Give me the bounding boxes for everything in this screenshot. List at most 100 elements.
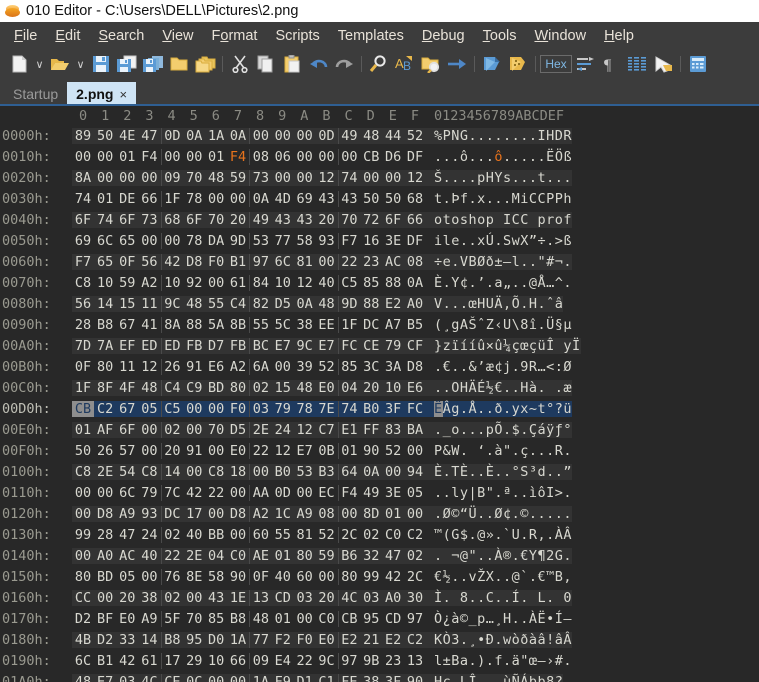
hex-byte[interactable]: 6F <box>382 212 404 228</box>
hex-byte[interactable]: 42 <box>382 569 404 585</box>
hex-byte[interactable]: 61 <box>138 653 160 669</box>
hex-byte[interactable]: 4E <box>116 128 138 144</box>
hex-byte[interactable]: 93 <box>316 233 338 249</box>
hex-byte[interactable]: 7E <box>316 401 338 417</box>
hex-row-bytes[interactable]: CB C2 67 05 C5 00 00 F0 03 79 78 7E 74 B0 3F FC <box>72 400 426 417</box>
hex-byte[interactable]: DC <box>162 506 184 522</box>
hex-row[interactable]: 0120h: 00 D8 A9 93 DC 17 00 D8 A2 1C A9 08 00 8D 01 00 .Ø… <box>0 503 759 524</box>
hex-byte[interactable]: 00 <box>294 149 316 165</box>
hex-byte[interactable]: 76 <box>162 569 184 585</box>
hex-byte[interactable]: 6C <box>94 233 116 249</box>
hex-byte[interactable]: C7 <box>316 422 338 438</box>
menu-item-view[interactable]: View <box>153 26 202 46</box>
hex-row-bytes[interactable]: 56 14 15 11 9C 48 55 C4 82 D5 0A 48 9D 88 E2 A0 <box>72 295 426 312</box>
hex-byte[interactable]: 02 <box>404 548 426 564</box>
hex-byte[interactable]: C5 <box>162 401 184 417</box>
hex-byte[interactable]: 3C <box>360 359 382 375</box>
open-all-folders-icon[interactable] <box>192 52 218 76</box>
hex-byte[interactable]: 41 <box>138 317 160 333</box>
hex-byte[interactable]: 15 <box>272 380 294 396</box>
hex-byte[interactable]: 70 <box>205 422 227 438</box>
hex-byte[interactable]: 7A <box>94 338 116 354</box>
hex-row[interactable]: 00C0h: 1F 8F 4F 48 C4 C9 BD 80 02 15 48 E0 04 20 10 E6..… <box>0 377 759 398</box>
hex-byte[interactable]: 48 <box>183 296 205 312</box>
hex-row[interactable]: 0050h: 69 6C 65 00 00 78 DA 9D 53 77 58 93 F7 16 3E DF il… <box>0 230 759 251</box>
hex-byte[interactable]: 23 <box>360 254 382 270</box>
hex-row-ascii[interactable]: . ¬@"..À®.€Y¶2G. <box>426 547 573 564</box>
hex-byte[interactable]: 00 <box>404 506 426 522</box>
hex-byte[interactable]: 47 <box>116 527 138 543</box>
hex-row-ascii[interactable]: Ò¿à©_p…¸H..ÀË•Í— <box>426 610 573 627</box>
hex-byte[interactable]: E4 <box>272 653 294 669</box>
hex-byte[interactable]: 60 <box>250 527 272 543</box>
open-file-dropdown-icon[interactable]: ∨ <box>73 52 88 76</box>
hex-byte[interactable]: 66 <box>404 212 426 228</box>
hex-row-ascii[interactable]: ..OHÄÉ½€..Hà. .æ <box>426 379 573 396</box>
hex-byte[interactable]: B5 <box>404 317 426 333</box>
hex-byte[interactable]: 97 <box>339 653 361 669</box>
hex-byte[interactable]: 20 <box>316 590 338 606</box>
hex-row-bytes[interactable]: 00 00 6C 79 7C 42 22 00 AA 0D 00 EC F4 49 3E 05 <box>72 484 426 501</box>
hex-byte[interactable]: D8 <box>404 359 426 375</box>
hex-byte[interactable]: FC <box>339 338 361 354</box>
hex-byte[interactable]: 5A <box>205 317 227 333</box>
tab-startup[interactable]: Startup <box>4 82 67 106</box>
hex-byte[interactable]: A9 <box>116 506 138 522</box>
hex-byte[interactable]: E0 <box>227 443 249 459</box>
hex-byte[interactable]: F9 <box>272 674 294 682</box>
hex-byte[interactable]: 79 <box>382 338 404 354</box>
hex-byte[interactable]: 8D <box>360 506 382 522</box>
hex-byte[interactable]: 12 <box>316 170 338 186</box>
hex-byte[interactable]: 0B <box>316 443 338 459</box>
hex-byte[interactable]: 3F <box>382 674 404 682</box>
hex-row-ascii[interactable]: l±Ba.).f.ä"œ—›#. <box>426 652 573 669</box>
hex-byte[interactable]: BD <box>94 569 116 585</box>
hex-byte[interactable]: 00 <box>183 590 205 606</box>
hex-byte[interactable]: F0 <box>227 401 249 417</box>
hex-row[interactable]: 0150h: 80 BD 05 00 76 8E 58 90 0F 40 60 00 80 99 42 2C €½… <box>0 566 759 587</box>
hex-byte[interactable]: 9C <box>294 338 316 354</box>
hex-byte[interactable]: 68 <box>404 191 426 207</box>
hex-byte[interactable]: 83 <box>382 422 404 438</box>
new-file-dropdown-icon[interactable]: ∨ <box>32 52 47 76</box>
hex-byte[interactable]: E0 <box>316 632 338 648</box>
hex-byte[interactable]: F0 <box>294 632 316 648</box>
hex-byte[interactable]: 43 <box>272 212 294 228</box>
hex-byte[interactable]: AA <box>250 485 272 501</box>
hex-byte[interactable]: 0F <box>72 359 94 375</box>
hex-byte[interactable]: 10 <box>94 275 116 291</box>
hex-byte[interactable]: 59 <box>227 170 249 186</box>
hex-byte[interactable]: 57 <box>116 443 138 459</box>
find-icon[interactable] <box>366 52 392 76</box>
hex-byte[interactable]: 14 <box>94 296 116 312</box>
hex-byte[interactable]: 12 <box>272 443 294 459</box>
hex-byte[interactable]: DF <box>404 149 426 165</box>
hex-byte[interactable]: 3F <box>382 401 404 417</box>
hex-byte[interactable]: 53 <box>250 233 272 249</box>
hex-byte[interactable]: 90 <box>360 443 382 459</box>
hex-byte[interactable]: C1 <box>316 674 338 682</box>
hex-byte[interactable]: DF <box>404 233 426 249</box>
hex-byte[interactable]: DE <box>116 191 138 207</box>
hex-byte[interactable]: 6F <box>72 212 94 228</box>
hex-byte[interactable]: C4 <box>162 380 184 396</box>
hex-byte[interactable]: D1 <box>294 674 316 682</box>
hex-row[interactable]: 0000h: 89 50 4E 47 0D 0A 1A 0A 00 00 00 0D 49 48 44 52 %P… <box>0 125 759 146</box>
hex-byte[interactable]: 38 <box>294 317 316 333</box>
hex-byte[interactable]: 00 <box>272 128 294 144</box>
hex-byte[interactable]: 22 <box>250 443 272 459</box>
hex-byte[interactable]: 2E <box>94 464 116 480</box>
hex-byte[interactable]: BF <box>94 611 116 627</box>
hex-byte[interactable]: 55 <box>250 317 272 333</box>
hex-byte[interactable]: 00 <box>183 464 205 480</box>
hex-byte[interactable]: 73 <box>138 212 160 228</box>
hex-byte[interactable]: 52 <box>404 128 426 144</box>
hex-byte[interactable]: E2 <box>382 296 404 312</box>
hex-byte[interactable]: 39 <box>294 359 316 375</box>
hex-row-ascii[interactable]: V...œHUÄ‚Õ.H.ˆâ <box>426 295 564 312</box>
hex-byte[interactable]: CB <box>360 149 382 165</box>
show-whitespace-icon[interactable]: ¶ <box>598 52 624 76</box>
run-template-icon[interactable] <box>479 52 505 76</box>
hex-byte[interactable]: 58 <box>205 569 227 585</box>
hex-row-bytes[interactable]: 6F 74 6F 73 68 6F 70 20 49 43 43 20 70 72 6F 66 <box>72 211 426 228</box>
